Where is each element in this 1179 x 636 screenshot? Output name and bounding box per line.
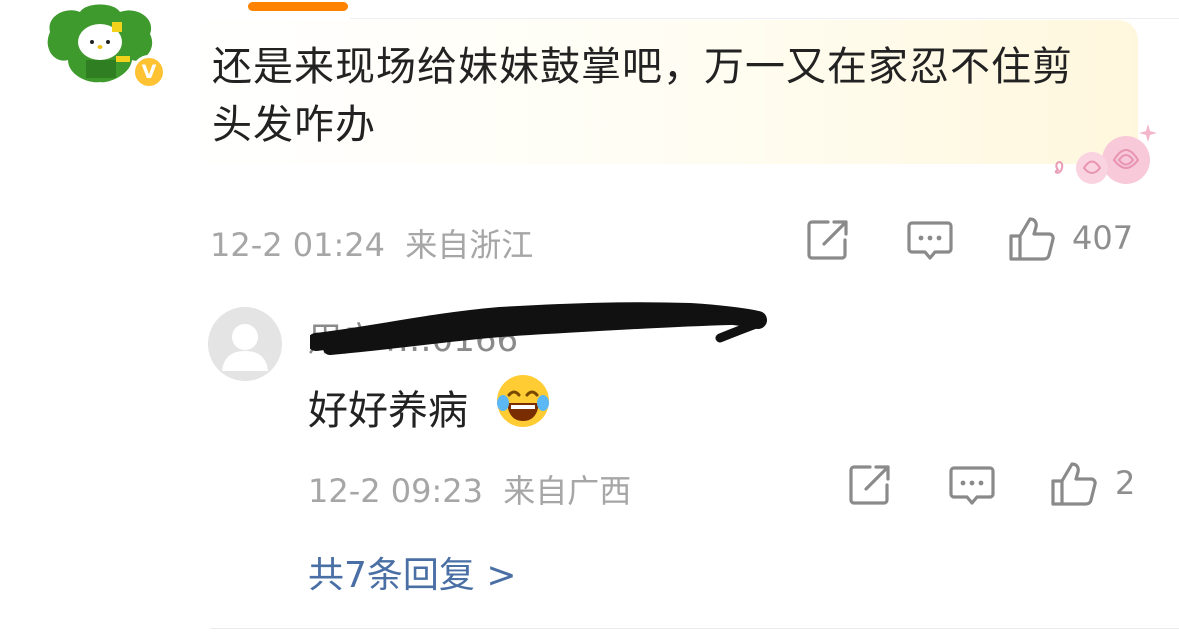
comment-location: 来自浙江 bbox=[405, 226, 534, 264]
reply-timestamp: 12-2 09:23 来自广西 bbox=[308, 466, 631, 512]
laughing-crying-emoji bbox=[497, 375, 549, 427]
reply-location: 来自广西 bbox=[503, 472, 632, 510]
like-icon[interactable] bbox=[1008, 216, 1056, 262]
verified-badge: V bbox=[132, 55, 166, 89]
comment-icon[interactable] bbox=[907, 220, 953, 262]
like-icon[interactable] bbox=[1050, 461, 1098, 507]
comment-timestamp: 12-2 01:24 来自浙江 bbox=[210, 220, 533, 266]
default-user-icon bbox=[208, 307, 282, 381]
comment-text: 还是来现场给妹妹鼓掌吧，万一又在家忍不住剪头发咋办 bbox=[212, 44, 1073, 148]
view-all-replies-link[interactable]: 共7条回复 > bbox=[308, 546, 517, 598]
top-divider bbox=[350, 18, 1179, 19]
like-count: 407 bbox=[1072, 219, 1134, 257]
comment-icon[interactable] bbox=[949, 465, 995, 507]
comment-time: 12-2 01:24 bbox=[210, 226, 386, 264]
reply-text: 好好养病 bbox=[308, 388, 468, 434]
redaction-scribble bbox=[310, 302, 767, 355]
share-icon[interactable] bbox=[806, 218, 850, 262]
avatar[interactable] bbox=[208, 307, 282, 381]
like-count: 2 bbox=[1115, 464, 1136, 502]
share-icon[interactable] bbox=[848, 463, 892, 507]
top-tab-indicator bbox=[248, 2, 348, 11]
reply-time: 12-2 09:23 bbox=[308, 472, 484, 510]
bottom-divider bbox=[210, 628, 1179, 629]
